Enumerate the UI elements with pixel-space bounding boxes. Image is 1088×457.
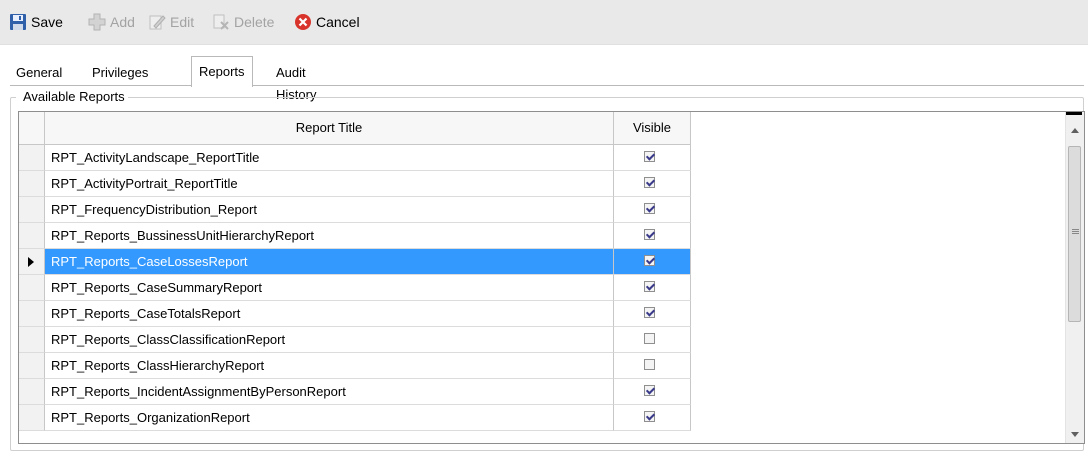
- edit-pencil-icon: [148, 13, 166, 31]
- row-header-corner: [19, 112, 45, 144]
- visible-checkbox[interactable]: [644, 333, 655, 344]
- add-button[interactable]: Add: [88, 12, 135, 32]
- scroll-down-arrow-icon[interactable]: [1066, 425, 1084, 443]
- report-title-cell[interactable]: RPT_Reports_IncidentAssignmentByPersonRe…: [45, 379, 614, 405]
- report-title-cell[interactable]: RPT_Reports_CaseTotalsReport: [45, 301, 614, 327]
- reports-grid: Report Title Visible RPT_ActivityLandsca…: [18, 111, 1085, 444]
- visible-checkbox[interactable]: [644, 307, 655, 318]
- visible-cell: [614, 379, 691, 405]
- grid-header: Report Title Visible: [19, 112, 691, 145]
- table-row[interactable]: RPT_Reports_CaseLossesReport: [19, 249, 691, 275]
- table-row[interactable]: RPT_Reports_IncidentAssignmentByPersonRe…: [19, 379, 691, 405]
- visible-checkbox[interactable]: [644, 177, 655, 188]
- row-selector[interactable]: [19, 171, 45, 197]
- table-row[interactable]: RPT_ActivityLandscape_ReportTitle: [19, 145, 691, 171]
- table-row[interactable]: RPT_Reports_OrganizationReport: [19, 405, 691, 431]
- scrollbar-corner-mark: [1066, 112, 1082, 115]
- edit-button[interactable]: Edit: [148, 12, 194, 32]
- table-row[interactable]: RPT_ActivityPortrait_ReportTitle: [19, 171, 691, 197]
- delete-label: Delete: [234, 14, 275, 30]
- table-row[interactable]: RPT_Reports_ClassClassificationReport: [19, 327, 691, 353]
- row-selector[interactable]: [19, 301, 45, 327]
- row-selector[interactable]: [19, 249, 45, 275]
- visible-checkbox[interactable]: [644, 359, 655, 370]
- delete-icon: [212, 13, 230, 31]
- row-selector[interactable]: [19, 353, 45, 379]
- visible-cell: [614, 223, 691, 249]
- tab-reports[interactable]: Reports: [191, 56, 253, 87]
- toolbar: Save Add Edit Delete Cancel: [0, 0, 1088, 45]
- scrollbar-thumb[interactable]: [1068, 146, 1081, 322]
- visible-cell: [614, 275, 691, 301]
- visible-cell: [614, 327, 691, 353]
- visible-cell: [614, 353, 691, 379]
- vertical-scrollbar[interactable]: [1065, 112, 1084, 443]
- visible-cell: [614, 171, 691, 197]
- column-header-visible[interactable]: Visible: [614, 112, 691, 144]
- table-row[interactable]: RPT_Reports_ClassHierarchyReport: [19, 353, 691, 379]
- report-title-cell[interactable]: RPT_Reports_CaseSummaryReport: [45, 275, 614, 301]
- visible-cell: [614, 145, 691, 171]
- row-selector[interactable]: [19, 223, 45, 249]
- report-title-cell[interactable]: RPT_Reports_OrganizationReport: [45, 405, 614, 431]
- visible-checkbox[interactable]: [644, 203, 655, 214]
- visible-checkbox[interactable]: [644, 281, 655, 292]
- tab-general[interactable]: General: [12, 62, 66, 84]
- row-selector[interactable]: [19, 327, 45, 353]
- scroll-up-arrow-icon[interactable]: [1066, 122, 1084, 140]
- scroll-grip-icon: [1072, 229, 1079, 230]
- row-selector[interactable]: [19, 197, 45, 223]
- row-selector[interactable]: [19, 145, 45, 171]
- visible-cell: [614, 405, 691, 431]
- current-row-arrow-icon: [28, 257, 34, 267]
- cancel-label: Cancel: [316, 14, 360, 30]
- visible-checkbox[interactable]: [644, 151, 655, 162]
- report-title-cell[interactable]: RPT_Reports_ClassClassificationReport: [45, 327, 614, 353]
- save-label: Save: [31, 14, 63, 30]
- delete-button[interactable]: Delete: [212, 12, 274, 32]
- tab-privileges[interactable]: Privileges: [88, 62, 152, 84]
- report-title-cell[interactable]: RPT_Reports_BussinessUnitHierarchyReport: [45, 223, 614, 249]
- floppy-disk-icon: [9, 13, 27, 31]
- table-row[interactable]: RPT_Reports_BussinessUnitHierarchyReport: [19, 223, 691, 249]
- visible-cell: [614, 301, 691, 327]
- tab-audit-history[interactable]: Audit History: [272, 62, 320, 102]
- visible-checkbox[interactable]: [644, 229, 655, 240]
- table-row[interactable]: RPT_FrequencyDistribution_Report: [19, 197, 691, 223]
- report-title-cell[interactable]: RPT_Reports_CaseLossesReport: [45, 249, 614, 275]
- report-title-cell[interactable]: RPT_ActivityPortrait_ReportTitle: [45, 171, 614, 197]
- row-selector[interactable]: [19, 405, 45, 431]
- row-selector[interactable]: [19, 275, 45, 301]
- visible-cell: [614, 197, 691, 223]
- table-row[interactable]: RPT_Reports_CaseTotalsReport: [19, 301, 691, 327]
- column-header-report-title[interactable]: Report Title: [45, 112, 614, 144]
- group-legend: Available Reports: [16, 89, 128, 105]
- visible-checkbox[interactable]: [644, 411, 655, 422]
- report-title-cell[interactable]: RPT_Reports_ClassHierarchyReport: [45, 353, 614, 379]
- table-row[interactable]: RPT_Reports_CaseSummaryReport: [19, 275, 691, 301]
- cancel-x-icon: [294, 13, 312, 31]
- edit-label: Edit: [170, 14, 195, 30]
- report-title-cell[interactable]: RPT_FrequencyDistribution_Report: [45, 197, 614, 223]
- report-title-cell[interactable]: RPT_ActivityLandscape_ReportTitle: [45, 145, 614, 171]
- visible-checkbox[interactable]: [644, 385, 655, 396]
- visible-checkbox[interactable]: [644, 255, 655, 266]
- cancel-button[interactable]: Cancel: [294, 12, 360, 32]
- tab-divider: [10, 85, 1084, 86]
- save-button[interactable]: Save: [9, 12, 63, 32]
- row-selector[interactable]: [19, 379, 45, 405]
- add-label: Add: [110, 14, 135, 30]
- visible-cell: [614, 249, 691, 275]
- add-plus-icon: [88, 13, 106, 31]
